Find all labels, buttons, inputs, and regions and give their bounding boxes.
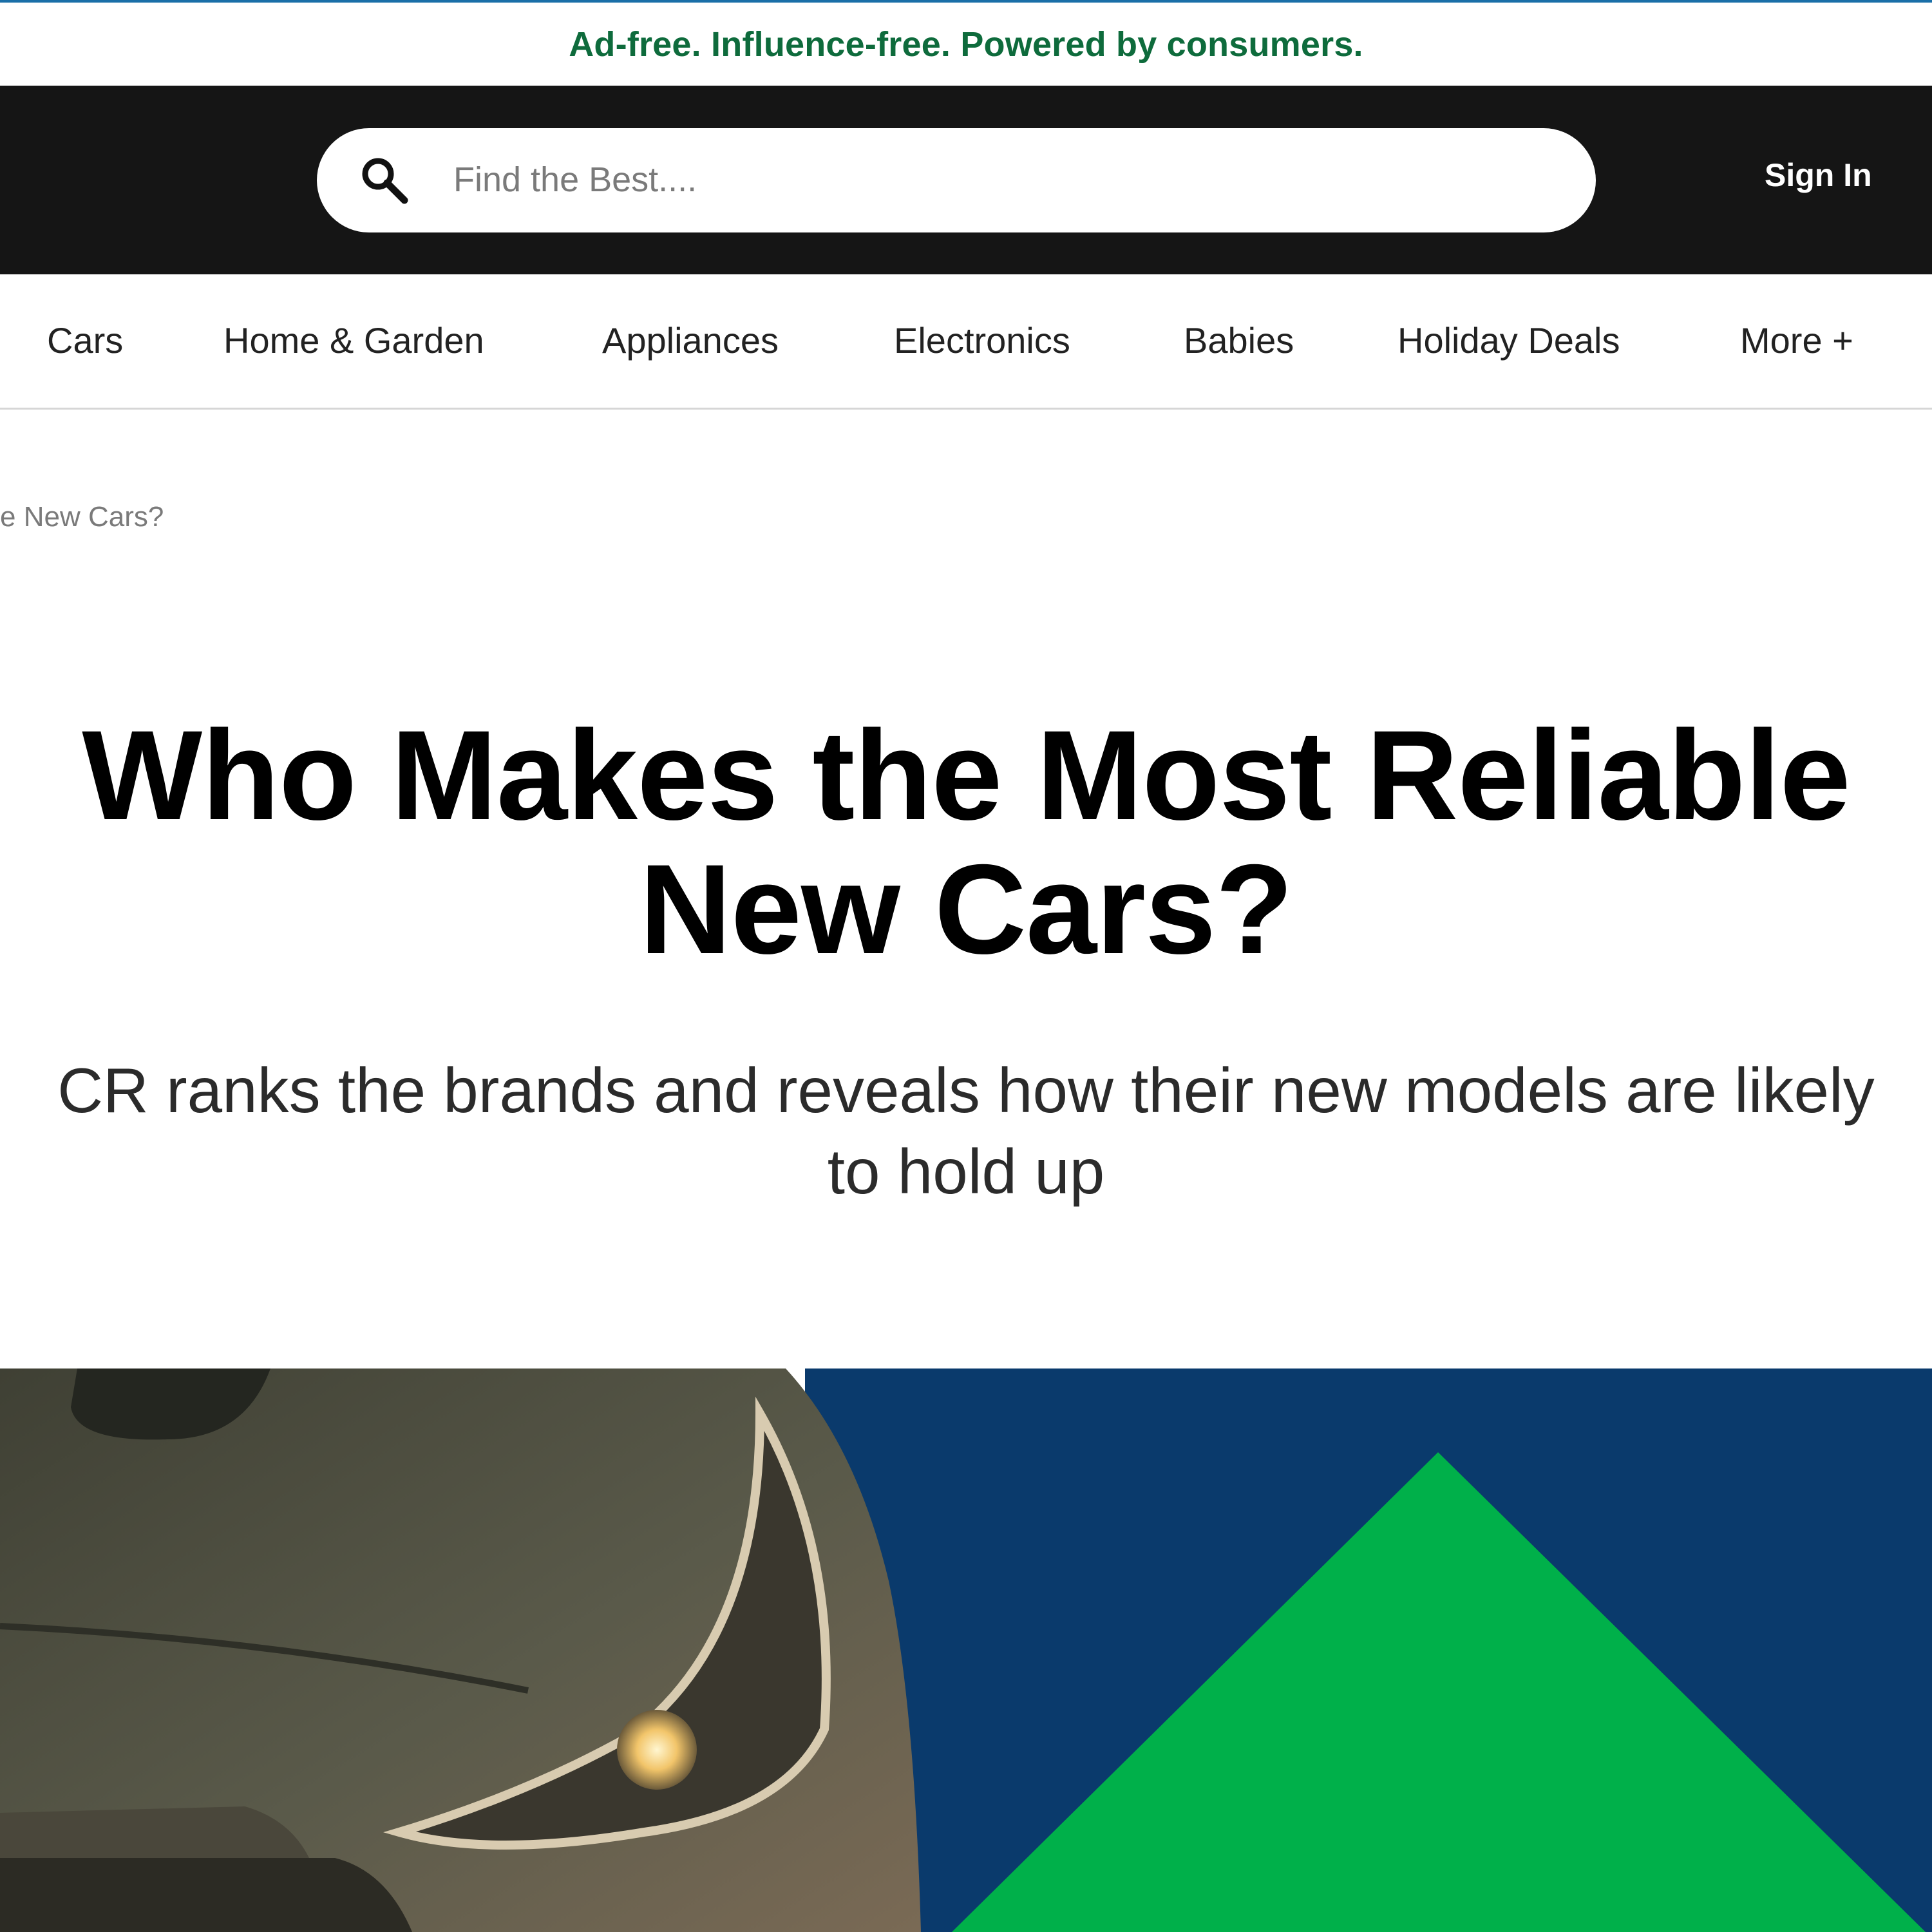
- page-title: Who Makes the Most Reliable New Cars?: [82, 704, 1850, 980]
- car-bumper: [0, 1858, 412, 1932]
- nav-item-holiday-deals[interactable]: Holiday Deals: [1397, 319, 1620, 361]
- page-subtitle: CR ranks the brands and reveals how thei…: [57, 1055, 1875, 1207]
- search-input[interactable]: [453, 147, 1548, 212]
- site-header: Sign In: [0, 86, 1932, 274]
- nav-item-more[interactable]: More +: [1740, 319, 1853, 361]
- search-bar[interactable]: [317, 128, 1596, 232]
- breadcrumb[interactable]: e New Cars?: [0, 501, 164, 533]
- nav-item-electronics[interactable]: Electronics: [894, 319, 1070, 361]
- sign-in-link[interactable]: Sign In: [1765, 156, 1872, 202]
- promo-text: Ad-free. Influence-free. Powered by cons…: [569, 24, 1363, 64]
- promo-banner: Ad-free. Influence-free. Powered by cons…: [0, 3, 1932, 86]
- hero-illustration: [0, 1368, 1932, 1932]
- nav-item-appliances[interactable]: Appliances: [602, 319, 779, 361]
- nav-item-babies[interactable]: Babies: [1184, 319, 1294, 361]
- category-nav: Cars Home & Garden Appliances Electronic…: [0, 274, 1932, 410]
- nav-item-home-garden[interactable]: Home & Garden: [223, 319, 484, 361]
- search-icon[interactable]: [357, 153, 412, 208]
- car-headlight-lamp: [617, 1710, 697, 1790]
- hero-image: [0, 1368, 1932, 1932]
- nav-item-cars[interactable]: Cars: [47, 319, 123, 361]
